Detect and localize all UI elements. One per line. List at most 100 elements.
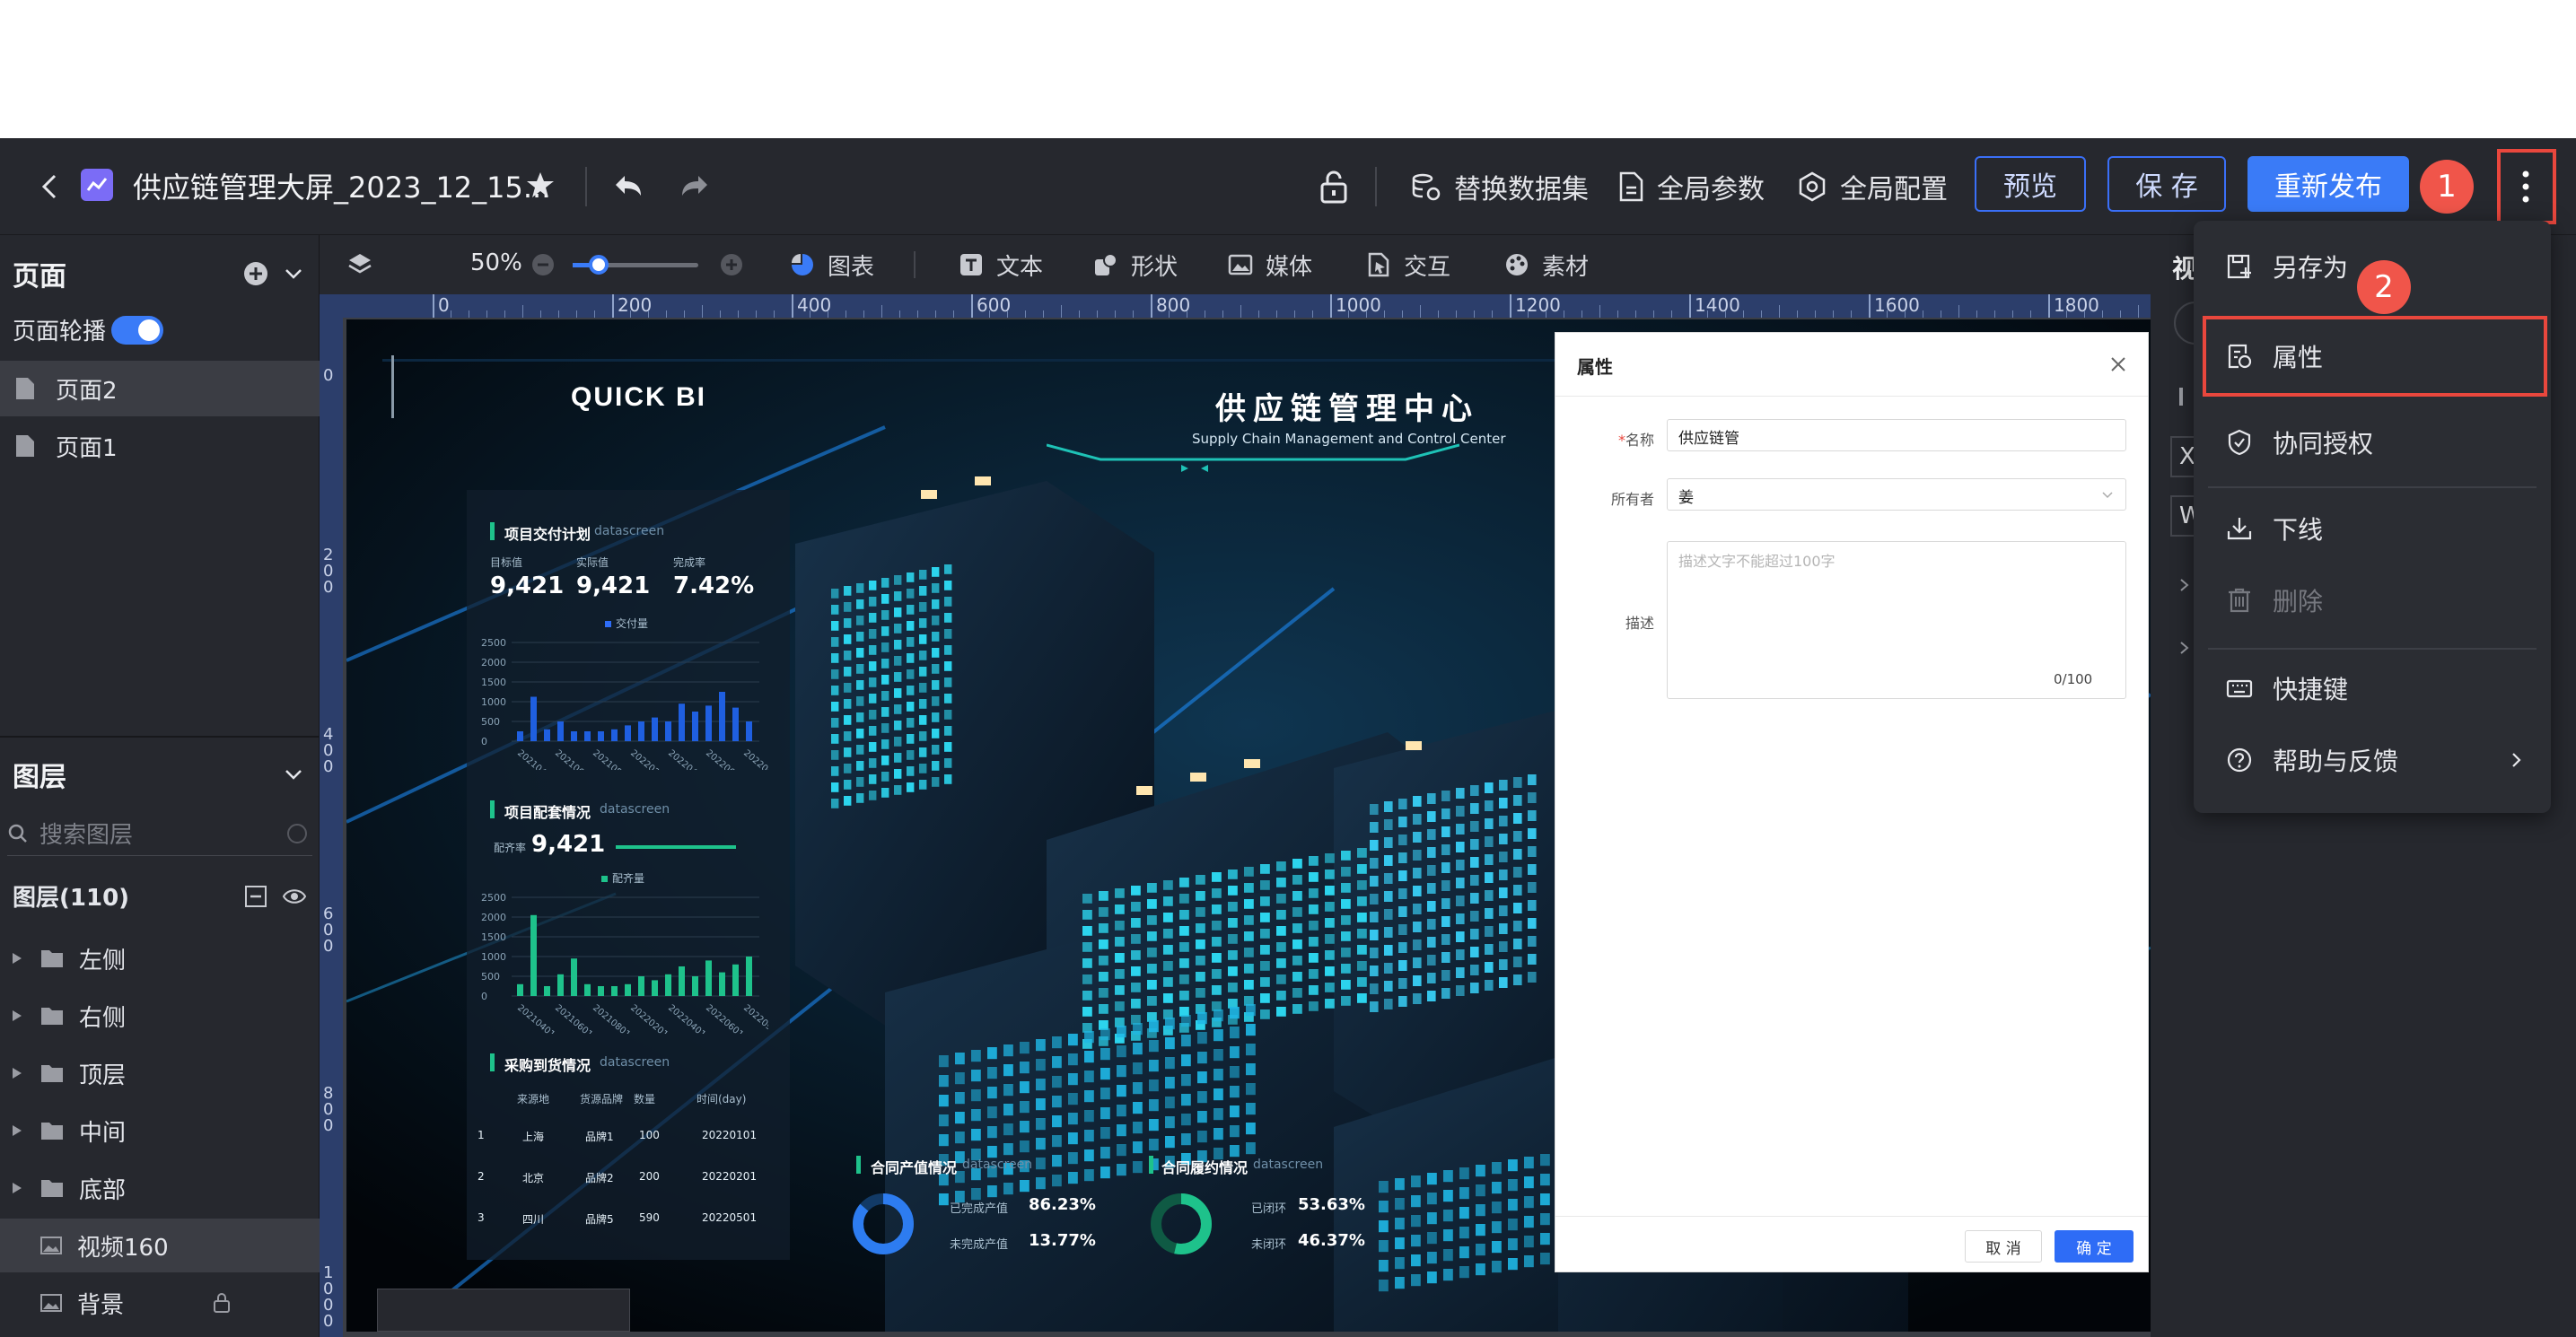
layer-item-label: 左侧 xyxy=(79,947,127,974)
caret-right-icon[interactable] xyxy=(11,1066,23,1080)
save-button[interactable]: 保 存 xyxy=(2107,156,2226,212)
layer-item[interactable]: 右侧 xyxy=(0,989,320,1043)
layers-header: 图层 xyxy=(0,750,320,799)
menu-delete[interactable]: 删除 xyxy=(2194,569,2551,632)
ruler-label: 1200 xyxy=(1515,294,1561,316)
x-tick-label: 20210601 xyxy=(553,1003,594,1034)
panel4-row-value: 13.77% xyxy=(1029,1231,1096,1250)
divider xyxy=(2208,648,2537,650)
table-cell: 品牌1 xyxy=(585,1131,614,1143)
zoom-in-icon[interactable] xyxy=(720,253,743,280)
cancel-button[interactable]: 取 消 xyxy=(1965,1230,2042,1263)
caret-right-icon[interactable] xyxy=(11,951,23,966)
republish-button[interactable]: 重新发布 xyxy=(2247,156,2409,212)
page-title[interactable]: 供应链管理大屏_2023_12_15... xyxy=(133,165,550,206)
dataset-icon xyxy=(1412,173,1441,201)
properties-modal: 属性 *名称 供应链管 所有者 姜 描述 描述文字不能超过100字 0/100 … xyxy=(1555,332,2149,1272)
bar xyxy=(584,731,591,741)
menu-help[interactable]: 帮助与反馈 xyxy=(2194,729,2551,791)
preview-button[interactable]: 预览 xyxy=(1975,156,2086,212)
back-icon[interactable] xyxy=(32,169,68,205)
lock-icon[interactable] xyxy=(212,1292,232,1314)
caret-right-icon[interactable] xyxy=(11,1123,23,1138)
replace-dataset-button[interactable]: 替换数据集 xyxy=(1411,138,1589,235)
chart-tool[interactable]: 图表 xyxy=(790,235,874,294)
bar xyxy=(544,729,550,741)
y-tick-label: 0 xyxy=(481,736,487,747)
eye-icon[interactable] xyxy=(282,885,307,914)
left-panel: 页面 页面轮播 页面2 页面1 图层 搜索图层 图层(110) 左侧 右侧 顶层… xyxy=(0,235,320,1337)
bar xyxy=(530,696,537,741)
zoom-value: 50% xyxy=(470,249,522,276)
global-config-button[interactable]: 全局配置 xyxy=(1797,138,1948,235)
layer-item[interactable]: 左侧 xyxy=(0,931,320,985)
close-icon[interactable] xyxy=(2108,354,2128,378)
layer-search-input[interactable]: 搜索图层 xyxy=(39,817,133,850)
layer-item[interactable]: 顶层 xyxy=(0,1046,320,1100)
layer-item[interactable]: 中间 xyxy=(0,1104,320,1158)
table-cell: 1 xyxy=(478,1129,485,1141)
layers-icon[interactable] xyxy=(346,251,373,282)
interaction-tool[interactable]: 交互 xyxy=(1366,235,1450,294)
page-carousel-toggle[interactable] xyxy=(111,316,163,345)
panel1-label: 完成率 xyxy=(673,556,706,569)
redo-icon[interactable] xyxy=(677,169,713,205)
panel2-label: 配齐率 xyxy=(494,842,527,854)
menu-collab[interactable]: 协同授权 xyxy=(2194,411,2551,474)
zoom-out-icon[interactable] xyxy=(531,253,555,280)
menu-offline[interactable]: 下线 xyxy=(2194,497,2551,560)
collapse-pages-icon[interactable] xyxy=(282,262,305,292)
ok-button[interactable]: 确 定 xyxy=(2055,1230,2134,1263)
text-tool[interactable]: 文本 xyxy=(959,235,1043,294)
table-cell: 20220501 xyxy=(702,1211,758,1224)
ruler-tick xyxy=(612,294,614,318)
panel4-row-label: 未完成产值 xyxy=(950,1238,1009,1252)
layer-item[interactable]: 底部 xyxy=(0,1161,320,1215)
y-tick-label: 500 xyxy=(481,971,500,983)
ruler-label: 200 xyxy=(323,546,334,597)
zoom-slider[interactable] xyxy=(573,255,698,275)
menu-properties[interactable]: 属性 xyxy=(2194,325,2551,388)
folder-icon xyxy=(41,1008,63,1025)
layer-search[interactable]: 搜索图层 xyxy=(7,811,312,856)
collapse-layers-icon[interactable] xyxy=(282,763,305,792)
more-icon[interactable] xyxy=(2517,165,2535,208)
canvas-toolbar: 50% 图表 文本 形状 媒体 交互 素材 xyxy=(320,235,2151,294)
divider xyxy=(1555,1216,2148,1217)
lock-icon[interactable] xyxy=(1318,169,1350,205)
collapse-all-icon[interactable] xyxy=(244,885,267,914)
ruler-left[interactable]: 0 200 400 600 800 1000 xyxy=(320,318,343,1337)
global-params-button[interactable]: 全局参数 xyxy=(1617,138,1765,235)
zoom-slider-handle[interactable] xyxy=(589,255,609,275)
image-icon xyxy=(1228,254,1253,275)
menu-shortcuts-label: 快捷键 xyxy=(2273,675,2349,704)
undo-icon[interactable] xyxy=(610,169,646,205)
layer-item[interactable]: 视频160 xyxy=(0,1219,320,1272)
ruler-top[interactable]: 0 200 400 600 800 1000 1200 1400 1600 1800 xyxy=(320,294,2211,318)
chevron-right-icon[interactable] xyxy=(2176,639,2194,660)
page-item-1[interactable]: 页面1 xyxy=(0,418,320,474)
bar xyxy=(638,976,644,996)
shape-tool[interactable]: 形状 xyxy=(1093,235,1178,294)
layer-item-label: 底部 xyxy=(79,1176,127,1204)
help-icon xyxy=(2227,747,2252,773)
bar xyxy=(692,976,698,996)
star-icon[interactable] xyxy=(524,169,556,201)
material-tool[interactable]: 素材 xyxy=(1504,235,1589,294)
layer-item[interactable]: 背景 xyxy=(0,1276,320,1330)
owner-select[interactable]: 姜 xyxy=(1667,478,2126,511)
chevron-right-icon[interactable] xyxy=(2176,576,2194,598)
page-carousel-row: 页面轮播 xyxy=(0,307,320,352)
bar xyxy=(530,914,537,996)
y-tick-label: 0 xyxy=(481,991,487,1002)
ruler-label: 800 xyxy=(1156,294,1191,316)
add-page-icon[interactable] xyxy=(242,260,269,293)
name-input[interactable]: 供应链管 xyxy=(1667,419,2126,451)
media-tool[interactable]: 媒体 xyxy=(1228,235,1312,294)
page-item-2[interactable]: 页面2 xyxy=(0,361,320,416)
caret-right-icon[interactable] xyxy=(11,1181,23,1195)
caret-right-icon[interactable] xyxy=(11,1009,23,1023)
menu-shortcuts[interactable]: 快捷键 xyxy=(2194,657,2551,720)
menu-collab-label: 协同授权 xyxy=(2273,429,2374,459)
desc-textarea[interactable]: 描述文字不能超过100字 0/100 xyxy=(1667,541,2126,699)
